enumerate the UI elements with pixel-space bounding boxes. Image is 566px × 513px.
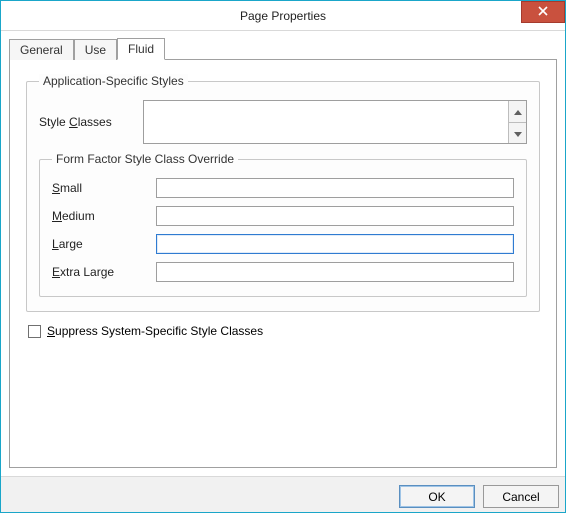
tabpanel-fluid: Application-Specific Styles Style Classe…: [9, 59, 557, 468]
style-classes-down-button[interactable]: [508, 123, 526, 144]
client-area: General Use Fluid Application-Specific S…: [1, 31, 565, 476]
checkbox-suppress[interactable]: [28, 325, 41, 338]
row-medium: Medium: [52, 206, 514, 226]
input-extra-large[interactable]: [156, 262, 514, 282]
group-app-styles-legend: Application-Specific Styles: [39, 74, 188, 88]
label-style-classes: Style Classes: [39, 115, 143, 129]
label-medium: Medium: [52, 209, 156, 223]
tabstrip: General Use Fluid: [9, 37, 557, 59]
label-large: Large: [52, 237, 156, 251]
label-extra-large: Extra Large: [52, 265, 156, 279]
tab-fluid[interactable]: Fluid: [117, 38, 165, 60]
group-application-specific-styles: Application-Specific Styles Style Classe…: [26, 74, 540, 312]
titlebar: Page Properties: [1, 1, 565, 31]
row-extra-large: Extra Large: [52, 262, 514, 282]
tab-use[interactable]: Use: [74, 39, 117, 60]
style-classes-input[interactable]: [143, 100, 527, 144]
cancel-button[interactable]: Cancel: [483, 485, 559, 508]
input-small[interactable]: [156, 178, 514, 198]
row-suppress: Suppress System-Specific Style Classes: [28, 324, 540, 338]
chevron-down-icon: [514, 126, 522, 140]
row-small: Small: [52, 178, 514, 198]
label-suppress: Suppress System-Specific Style Classes: [47, 324, 263, 338]
style-classes-spinner: [508, 101, 526, 143]
input-medium[interactable]: [156, 206, 514, 226]
row-large: Large: [52, 234, 514, 254]
close-icon: [538, 5, 548, 19]
style-classes-up-button[interactable]: [508, 101, 526, 123]
ok-button[interactable]: OK: [399, 485, 475, 508]
row-style-classes: Style Classes: [39, 100, 527, 144]
input-large[interactable]: [156, 234, 514, 254]
label-small: Small: [52, 181, 156, 195]
chevron-up-icon: [514, 104, 522, 118]
group-form-factor-override: Form Factor Style Class Override Small M…: [39, 152, 527, 297]
close-button[interactable]: [521, 1, 565, 23]
window-title: Page Properties: [240, 9, 326, 23]
tab-general[interactable]: General: [9, 39, 74, 60]
button-bar: OK Cancel: [1, 476, 565, 512]
group-form-factor-legend: Form Factor Style Class Override: [52, 152, 238, 166]
page-properties-window: Page Properties General Use Fluid Applic…: [0, 0, 566, 513]
